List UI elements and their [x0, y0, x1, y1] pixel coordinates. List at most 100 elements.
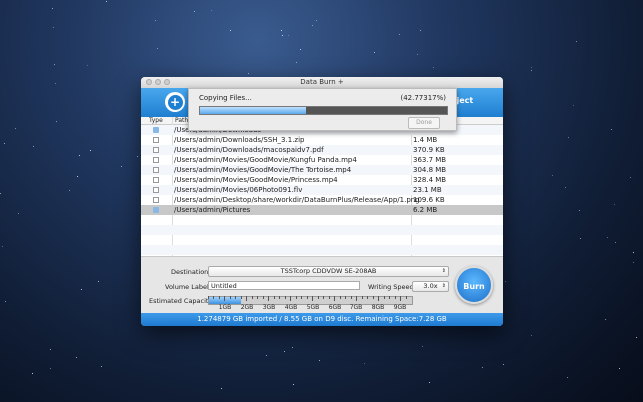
destination-select[interactable]: TSSTcorp CDDVDW SE-208AB ⇕ [208, 266, 449, 277]
capacity-tick [213, 296, 214, 299]
capacity-tick [373, 296, 374, 299]
file-size: 363.7 MB [413, 156, 447, 164]
star [5, 301, 6, 302]
star [53, 27, 54, 28]
capacity-tick [362, 296, 363, 299]
capacity-tick [367, 296, 368, 299]
capacity-tick [208, 296, 209, 299]
done-button[interactable]: Done [408, 117, 440, 129]
star [76, 357, 77, 358]
star [568, 137, 569, 138]
table-row[interactable]: /Users/admin/Downloads/SSH_3.1.zip 1.4 MB [141, 135, 503, 145]
capacity-tick [263, 296, 264, 299]
star [607, 237, 608, 238]
star [614, 204, 615, 205]
star [505, 281, 506, 282]
table-row[interactable]: /Users/admin/Movies/06Photo091.flv 23.1 M… [141, 185, 503, 195]
capacity-tick-label: 7GB [349, 304, 363, 311]
star [292, 347, 293, 348]
star [531, 335, 532, 336]
star [422, 346, 423, 347]
capacity-tick [389, 296, 390, 299]
writing-speed-select[interactable]: 3.0x ⇕ [412, 281, 449, 292]
table-row[interactable]: /Users/admin/Movies/GoodMovie/Princess.m… [141, 175, 503, 185]
star [576, 41, 577, 42]
file-path: /Users/admin/Desktop/share/workdir/DataB… [174, 196, 420, 204]
file-list[interactable]: Type Path /Users/admin/Downloads/Users/a… [141, 117, 503, 256]
burn-button[interactable]: Burn [455, 266, 493, 304]
capacity-tick [400, 296, 401, 301]
progress-bar [199, 106, 448, 115]
star [316, 20, 317, 21]
zip-file-icon [153, 137, 159, 143]
file-size: 109.6 KB [413, 196, 445, 204]
file-path: /Users/admin/Pictures [174, 206, 251, 214]
star [312, 25, 313, 26]
folder-icon [153, 207, 159, 213]
star [288, 35, 289, 36]
file-size: 328.4 MB [413, 176, 447, 184]
star [2, 246, 3, 247]
capacity-tick [323, 296, 324, 299]
star [87, 65, 88, 66]
folder-icon [153, 127, 159, 133]
capacity-tick [356, 296, 357, 301]
file-path: /Users/admin/Downloads/SSH_3.1.zip [174, 136, 305, 144]
capacity-tick [384, 296, 385, 299]
star [101, 366, 102, 367]
star [18, 213, 19, 214]
progress-percent: (42.77317%) [400, 94, 446, 102]
table-row[interactable]: /Users/admin/Pictures 6.2 MB [141, 205, 503, 215]
star [433, 67, 434, 68]
table-row[interactable]: /Users/admin/Movies/GoodMovie/The Tortoi… [141, 165, 503, 175]
file-path: /Users/admin/Movies/GoodMovie/The Tortoi… [174, 166, 352, 174]
column-header-type[interactable]: Type [141, 117, 174, 125]
video-file-icon [153, 177, 159, 183]
file-path: /Users/admin/Movies/GoodMovie/Princess.m… [174, 176, 338, 184]
star [567, 377, 568, 378]
table-row[interactable]: /Users/admin/Desktop/share/workdir/DataB… [141, 195, 503, 205]
star [98, 281, 99, 282]
star [69, 190, 70, 191]
capacity-tick [318, 296, 319, 299]
star [248, 73, 249, 74]
capacity-tick [274, 296, 275, 299]
capacity-tick [235, 296, 236, 299]
star [399, 34, 400, 35]
file-size: 370.9 KB [413, 146, 445, 154]
volume-label-input[interactable]: Untitled [208, 281, 360, 290]
capacity-tick [307, 296, 308, 299]
capacity-tick [252, 296, 253, 299]
star [293, 384, 294, 385]
star [54, 64, 55, 65]
volume-label-label: Volume Label: [165, 283, 211, 291]
table-row[interactable]: /Users/admin/Movies/GoodMovie/Kungfu Pan… [141, 155, 503, 165]
progress-label: Copying Files... [199, 94, 252, 102]
star [319, 360, 320, 361]
star [619, 368, 620, 369]
star [106, 1, 107, 2]
capacity-tick-label: 2GB [240, 304, 254, 311]
star [4, 143, 5, 144]
star [503, 364, 504, 365]
star [52, 8, 53, 9]
capacity-tick [296, 296, 297, 299]
plus-icon: + [167, 94, 183, 110]
star [482, 367, 483, 368]
star [79, 155, 80, 156]
file-size: 1.4 MB [413, 136, 438, 144]
star [300, 49, 301, 50]
add-files-button[interactable]: + [165, 92, 185, 112]
star [633, 262, 634, 263]
table-row[interactable]: /Users/admin/Downloads/macospaidv7.pdf 37… [141, 145, 503, 155]
capacity-tick [312, 296, 313, 301]
capacity-tick [340, 296, 341, 299]
capacity-tick-label: 8GB [371, 304, 385, 311]
star [605, 319, 606, 320]
flv-file-icon [153, 187, 159, 193]
capacity-tick [257, 296, 258, 299]
capacity-tick-label: 9GB [393, 304, 407, 311]
empty-row [141, 225, 503, 235]
star [81, 289, 82, 290]
star [579, 210, 580, 211]
